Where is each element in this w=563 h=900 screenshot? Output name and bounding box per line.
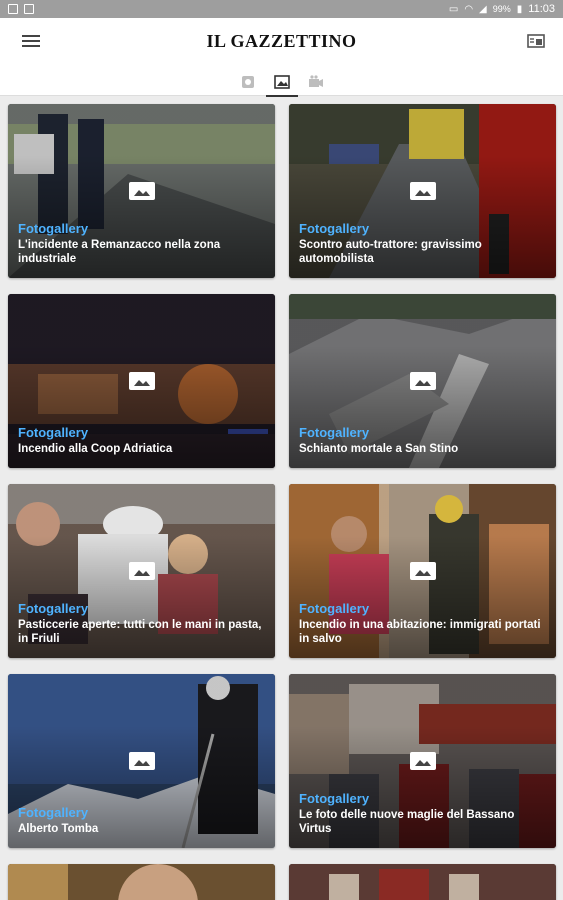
- gallery-card[interactable]: Fotogallery Alberto Tomba: [8, 674, 275, 848]
- image-icon: [274, 75, 290, 89]
- card-title: Incendio alla Coop Adriatica: [18, 443, 173, 455]
- signal-icon: ◢: [479, 3, 487, 15]
- card-title: Schianto mortale a San Stino: [299, 443, 459, 455]
- gallery-image-icon: [128, 752, 155, 770]
- gallery-image-icon: [409, 372, 436, 390]
- tab-videos[interactable]: [300, 70, 332, 94]
- app-bar: IL GAZZETTINO: [0, 18, 563, 64]
- clock-time: 11:03: [528, 3, 555, 15]
- card-kicker: Fotogallery: [299, 791, 370, 806]
- card-title: Le foto delle nuove maglie del Bassano V…: [299, 809, 515, 835]
- gallery-card[interactable]: Fotogallery Pasticcerie aperte: tutti co…: [8, 484, 275, 658]
- battery-icon: ▮: [516, 3, 523, 15]
- gallery-card[interactable]: [289, 864, 556, 900]
- card-title: Pasticcerie aperte: tutti con le mani in…: [18, 619, 262, 645]
- app-logo: IL GAZZETTINO: [206, 30, 357, 51]
- card-kicker: Fotogallery: [18, 425, 89, 440]
- gallery-image-icon: [128, 562, 155, 580]
- menu-button[interactable]: [22, 35, 40, 49]
- tab-latest[interactable]: [232, 70, 264, 94]
- clock-icon: [242, 76, 254, 88]
- card-title: Incendio in una abitazione: immigrati po…: [299, 619, 541, 645]
- card-kicker: Fotogallery: [299, 221, 370, 236]
- screenshot-icon: [24, 4, 34, 14]
- newspaper-icon: [527, 34, 545, 48]
- gallery-card[interactable]: Fotogallery Le foto delle nuove maglie d…: [289, 674, 556, 848]
- card-title: Alberto Tomba: [18, 823, 99, 835]
- gallery-image-icon: [409, 562, 436, 580]
- gallery-card[interactable]: Fotogallery Scontro auto-trattore: gravi…: [289, 104, 556, 278]
- card-kicker: Fotogallery: [18, 221, 89, 236]
- card-title: L'incidente a Remanzacco nella zona indu…: [18, 239, 221, 265]
- menu-icon: [22, 35, 40, 37]
- gallery-image-icon: [128, 182, 155, 200]
- section-tabs: [0, 64, 563, 97]
- card-kicker: Fotogallery: [18, 601, 89, 616]
- gallery-card[interactable]: [8, 864, 275, 900]
- card-kicker: Fotogallery: [18, 805, 89, 820]
- cast-icon: ▭: [448, 3, 459, 15]
- tab-photos[interactable]: [266, 70, 298, 97]
- gallery-image-icon: [409, 182, 436, 200]
- gallery-card[interactable]: Fotogallery Schianto mortale a San Stino: [289, 294, 556, 468]
- status-bar: ▭ ◠ ◢ 99% ▮ 11:03: [0, 0, 563, 18]
- gallery-card[interactable]: Fotogallery Incendio alla Coop Adriatica: [8, 294, 275, 468]
- gallery-card[interactable]: Fotogallery Incendio in una abitazione: …: [289, 484, 556, 658]
- video-icon: [309, 75, 323, 87]
- wifi-icon: ◠: [464, 3, 474, 15]
- card-title: Scontro auto-trattore: gravissimo automo…: [299, 239, 482, 265]
- card-photo: [289, 864, 556, 900]
- gallery-image-icon: [128, 372, 155, 390]
- card-kicker: Fotogallery: [299, 601, 370, 616]
- gallery-card[interactable]: Fotogallery L'incidente a Remanzacco nel…: [8, 104, 275, 278]
- card-photo: [8, 864, 275, 900]
- card-kicker: Fotogallery: [299, 425, 370, 440]
- edition-button[interactable]: [527, 33, 545, 49]
- gallery-image-icon: [409, 752, 436, 770]
- notification-icon: [8, 4, 18, 14]
- battery-percent: 99%: [492, 4, 511, 14]
